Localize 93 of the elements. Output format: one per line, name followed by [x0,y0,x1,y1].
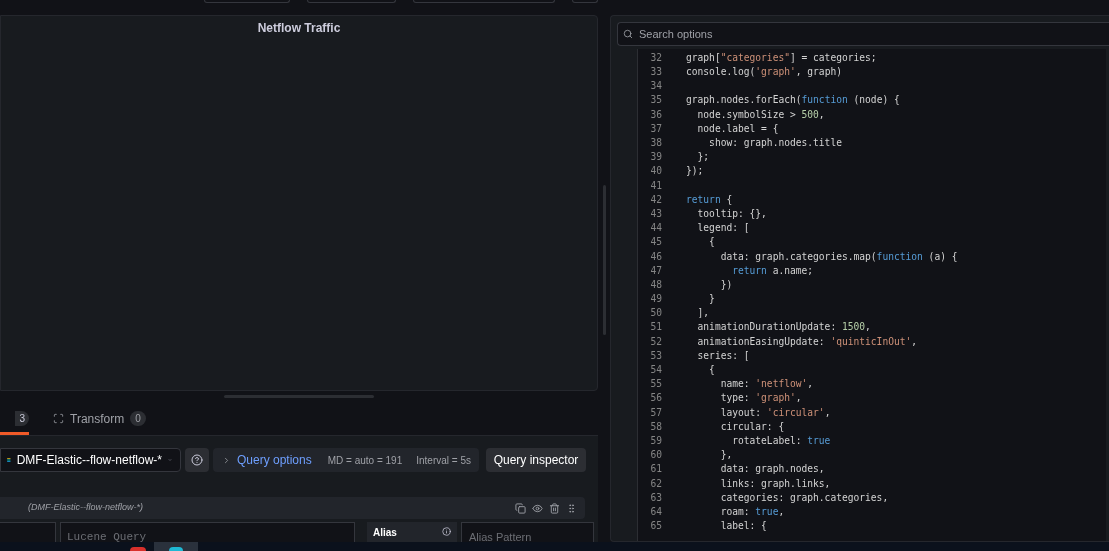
alias-field[interactable]: Alias Pattern [461,522,594,542]
line-number: 58 [649,419,663,434]
line-number: 53 [649,348,663,363]
code-line: legend: [ [696,221,750,236]
code-line: }) [719,277,733,292]
query-datasource: (DMF-Elastic--flow-netflow-*) [28,501,144,515]
line-number: 62 [649,476,663,491]
line-number: 63 [649,490,663,505]
chevron-right-icon [222,455,231,465]
code-line: node.symbolSize > 500, [696,107,825,122]
info-icon [442,527,451,536]
app-icon[interactable] [154,542,198,551]
code-line: data: graph.categories.map(function (a) { [719,249,958,264]
lucene-query-field[interactable]: Lucene Query [60,522,355,542]
code-line: animationEasingUpdate: 'quinticInOut', [696,334,918,349]
delete-icon[interactable] [549,502,560,514]
line-number: 55 [649,377,663,392]
max-datapoints: MD = auto = 191 [327,453,403,468]
line-number: 49 [649,292,663,307]
code-line: graph.nodes.forEach(function (node) { [686,93,900,108]
code-line: return a.name; [731,263,814,278]
line-number: 43 [649,206,663,221]
search-field[interactable]: Search options [617,22,1109,46]
code-line: animationDurationUpdate: 1500, [696,320,871,335]
query-options-bar[interactable]: Query options MD = auto = 191 Interval = 5s [213,448,479,472]
code-line: ], [696,306,710,321]
line-number: 46 [649,249,663,264]
line-number: 41 [649,178,663,193]
line-number: 32 [649,50,663,65]
code-line: { [708,235,715,250]
line-number: 40 [649,164,663,179]
code-line: }, [719,448,733,463]
code-line: return { [686,192,733,207]
query-inspector-button[interactable]: Query inspector [486,448,586,472]
line-number: 54 [649,363,663,378]
datasource-picker[interactable]: DMF-Elastic--flow-netflow-* [0,448,181,472]
line-number: 60 [649,448,663,463]
line-number: 42 [649,192,663,207]
line-number: 34 [649,79,663,94]
query-options-link[interactable]: Query options [237,451,312,469]
code-line: console.log('graph', graph) [686,65,842,80]
line-number: 51 [649,320,663,335]
code-line: }); [686,164,704,179]
code-line: circular: { [719,419,785,434]
code-line: }; [696,150,710,165]
datasource-icon [7,455,11,465]
line-number: 57 [649,405,663,420]
code-line: categories: graph.categories, [719,490,889,505]
code-line: tooltip: {}, [696,206,767,221]
line-number: 59 [649,433,663,448]
code-line: layout: 'circular', [719,405,831,420]
help-icon [191,454,203,466]
line-number: 45 [649,235,663,250]
code-line: show: graph.nodes.title [708,136,842,151]
alias-label: Alias [367,522,457,542]
line-number: 52 [649,334,663,349]
code-line: series: [ [696,348,750,363]
line-number: 61 [649,462,663,477]
line-number: 56 [649,391,663,406]
code-line: type: 'graph', [719,391,802,406]
line-number: 47 [649,263,663,278]
eye-icon[interactable] [532,502,543,514]
help-button[interactable] [185,448,209,472]
line-number: 48 [649,277,663,292]
app-icon[interactable] [130,547,146,551]
line-number: 36 [649,107,663,122]
code-line: name: 'netflow', [719,377,814,392]
code-line: roam: true, [719,504,785,519]
duplicate-icon[interactable] [515,502,526,514]
line-number: 64 [649,504,663,519]
transform-icon [53,413,64,424]
line-number: 38 [649,136,663,151]
line-number: 65 [649,519,663,534]
code-line: rotateLabel: true [731,433,831,448]
code-line: label: { [719,519,767,534]
code-line: node.label = { [696,121,779,136]
search-icon [623,29,633,39]
interval: Interval = 5s [416,453,471,468]
drag-handle-icon[interactable] [566,502,577,514]
count-badge: 0 [130,411,146,426]
code-line: } [708,292,715,307]
line-number: 35 [649,93,663,108]
tab[interactable]: Transform 0 [41,405,148,435]
line-number: 37 [649,121,663,136]
code-line: graph["categories"] = categories; [686,50,877,65]
line-number: 50 [649,306,663,321]
code-line: { [708,363,715,378]
code-line: links: graph.links, [719,476,831,491]
code-line: data: graph.nodes, [719,462,825,477]
line-number: 44 [649,221,663,236]
line-number: 33 [649,65,663,80]
panel-title: Netflow Traffic [257,20,341,37]
line-number: 39 [649,150,663,165]
